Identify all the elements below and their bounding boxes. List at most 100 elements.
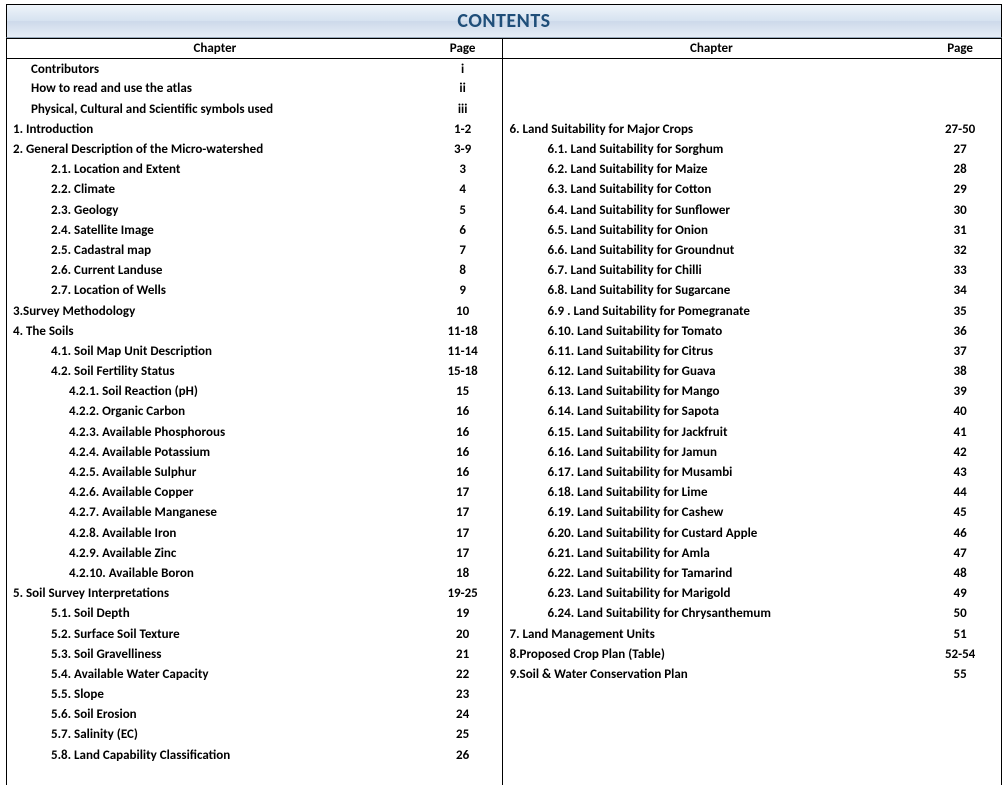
toc-page: 39 (919, 382, 1001, 402)
toc-entry: 9.Soil & Water Conservation Plan (503, 664, 919, 684)
table-row: Physical, Cultural and Scientific symbol… (7, 99, 1002, 119)
table-row: 2.2. Climate46.3. Land Suitability for C… (7, 180, 1002, 200)
table-row: 5.1. Soil Depth196.24. Land Suitability … (7, 604, 1002, 624)
toc-page: 29 (919, 180, 1001, 200)
toc-page: 55 (919, 664, 1001, 684)
table-row: 5.5. Slope23 (7, 685, 1002, 705)
toc-page: 4 (423, 180, 503, 200)
toc-page: 18 (423, 563, 503, 583)
table-row: 2.7. Location of Wells96.8. Land Suitabi… (7, 281, 1002, 301)
toc-page: 17 (423, 523, 503, 543)
toc-entry: 6.21. Land Suitability for Amla (503, 543, 919, 563)
toc-page: 16 (423, 402, 503, 422)
toc-entry: 6.7. Land Suitability for Chilli (503, 261, 919, 281)
toc-page: 25 (423, 725, 503, 745)
toc-entry: 4.2.1. Soil Reaction (pH) (7, 382, 423, 402)
toc-page: 3 (423, 160, 503, 180)
table-row: 4.2.4. Available Potassium166.16. Land S… (7, 442, 1002, 462)
toc-page: 27 (919, 139, 1001, 159)
table-row: 2. General Description of the Micro-wate… (7, 139, 1002, 159)
toc-entry: 5. Soil Survey Interpretations (7, 584, 423, 604)
toc-page: 9 (423, 281, 503, 301)
table-row: How to read and use the atlasii (7, 79, 1002, 99)
table-row: 5.4. Available Water Capacity229.Soil & … (7, 664, 1002, 684)
header-page-left: Page (423, 39, 503, 59)
toc-page: 40 (919, 402, 1001, 422)
toc-entry: 5.1. Soil Depth (7, 604, 423, 624)
table-row: 4.2.10. Available Boron186.22. Land Suit… (7, 563, 1002, 583)
toc-entry: 4.2.2. Organic Carbon (7, 402, 423, 422)
toc-entry: 6. Land Suitability for Major Crops (503, 119, 919, 139)
toc-page: 15-18 (423, 362, 503, 382)
table-row: 4.2.5. Available Sulphur166.17. Land Sui… (7, 462, 1002, 482)
toc-entry: 5.2. Surface Soil Texture (7, 624, 423, 644)
toc-entry: 4.2.3. Available Phosphorous (7, 422, 423, 442)
toc-entry: 4.2.4. Available Potassium (7, 442, 423, 462)
table-header-row: Chapter Page Chapter Page (7, 39, 1002, 59)
page-title: CONTENTS (457, 9, 550, 33)
toc-entry: 6.20. Land Suitability for Custard Apple (503, 523, 919, 543)
toc-entry: 2.3. Geology (7, 200, 423, 220)
toc-entry: 6.6. Land Suitability for Groundnut (503, 240, 919, 260)
toc-page: 5 (423, 200, 503, 220)
toc-entry: 6.13. Land Suitability for Mango (503, 382, 919, 402)
toc-page: 47 (919, 543, 1001, 563)
toc-page: 34 (919, 281, 1001, 301)
table-row: 4.2.1. Soil Reaction (pH)156.13. Land Su… (7, 382, 1002, 402)
toc-entry: 6.17. Land Suitability for Musambi (503, 462, 919, 482)
toc-page: 16 (423, 462, 503, 482)
toc-entry: 6.2. Land Suitability for Maize (503, 160, 919, 180)
toc-page: 50 (919, 604, 1001, 624)
toc-page: 16 (423, 422, 503, 442)
toc-entry (503, 705, 919, 725)
table-row: 4.2.2. Organic Carbon166.14. Land Suitab… (7, 402, 1002, 422)
toc-page: 1-2 (423, 119, 503, 139)
toc-page: 33 (919, 261, 1001, 281)
table-row: 4.2.7. Available Manganese176.19. Land S… (7, 503, 1002, 523)
table-row: 5.6. Soil Erosion24 (7, 705, 1002, 725)
toc-page: 19-25 (423, 584, 503, 604)
toc-entry (503, 745, 919, 765)
toc-entry: 6.22. Land Suitability for Tamarind (503, 563, 919, 583)
toc-page: 36 (919, 321, 1001, 341)
toc-page: 43 (919, 462, 1001, 482)
toc-entry: 6.4. Land Suitability for Sunflower (503, 200, 919, 220)
toc-page: 10 (423, 301, 503, 321)
header-chapter-right: Chapter (503, 39, 919, 59)
toc-entry: Contributors (7, 59, 423, 79)
toc-entry: 8.Proposed Crop Plan (Table) (503, 644, 919, 664)
toc-page: 45 (919, 503, 1001, 523)
header-chapter-left: Chapter (7, 39, 423, 59)
table-row: 2.5. Cadastral map76.6. Land Suitability… (7, 240, 1002, 260)
toc-entry: 6.16. Land Suitability for Jamun (503, 442, 919, 462)
title-bar: CONTENTS (6, 4, 1002, 38)
toc-entry: 6.3. Land Suitability for Cotton (503, 180, 919, 200)
table-row: 5.3. Soil Gravelliness218.Proposed Crop … (7, 644, 1002, 664)
toc-page: 22 (423, 664, 503, 684)
toc-page: 44 (919, 483, 1001, 503)
toc-page (919, 59, 1001, 79)
table-row: 5. Soil Survey Interpretations19-256.23.… (7, 584, 1002, 604)
table-row: 2.4. Satellite Image66.5. Land Suitabili… (7, 220, 1002, 240)
toc-entry: 6.15. Land Suitability for Jackfruit (503, 422, 919, 442)
toc-entry: 6.11. Land Suitability for Citrus (503, 341, 919, 361)
toc-entry: 6.19. Land Suitability for Cashew (503, 503, 919, 523)
toc-page: 11-18 (423, 321, 503, 341)
toc-page: 37 (919, 341, 1001, 361)
toc-entry: 7. Land Management Units (503, 624, 919, 644)
toc-entry: 3.Survey Methodology (7, 301, 423, 321)
toc-entry: 5.6. Soil Erosion (7, 705, 423, 725)
toc-entry: 5.4. Available Water Capacity (7, 664, 423, 684)
toc-entry: 6.1. Land Suitability for Sorghum (503, 139, 919, 159)
toc-page: 3-9 (423, 139, 503, 159)
toc-page: 31 (919, 220, 1001, 240)
toc-page (919, 765, 1001, 785)
toc-entry (503, 99, 919, 119)
toc-page (919, 725, 1001, 745)
toc-page: 23 (423, 685, 503, 705)
toc-page: 8 (423, 261, 503, 281)
toc-entry: 4.2.5. Available Sulphur (7, 462, 423, 482)
table-row: 4.2.9. Available Zinc176.21. Land Suitab… (7, 543, 1002, 563)
toc-page: 38 (919, 362, 1001, 382)
header-page-right: Page (919, 39, 1001, 59)
